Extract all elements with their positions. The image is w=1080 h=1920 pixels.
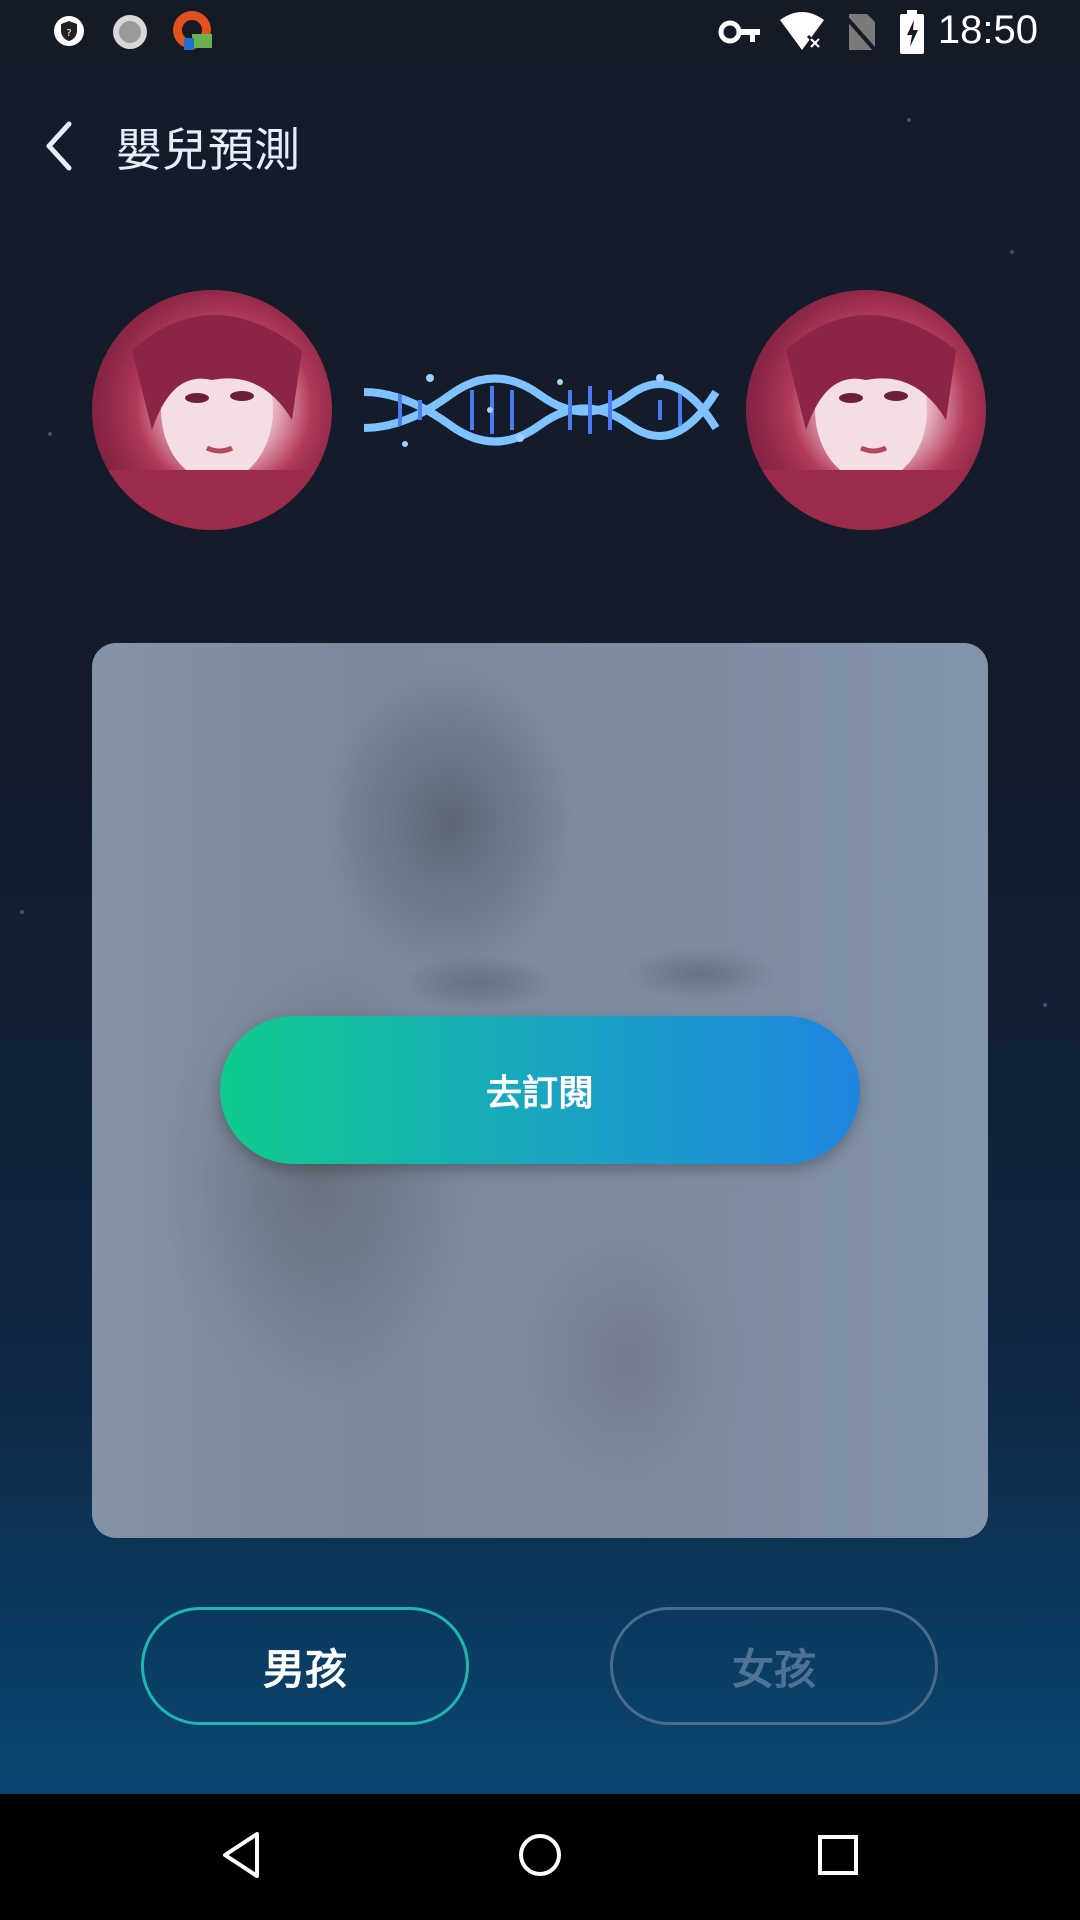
decor-star — [20, 910, 24, 914]
decor-star — [1043, 1003, 1047, 1007]
portrait-image — [746, 315, 986, 530]
parent-photo-right[interactable] — [746, 290, 986, 530]
gender-boy-button[interactable]: 男孩 — [141, 1607, 469, 1725]
decor-star — [907, 118, 911, 122]
svg-text:?: ? — [66, 28, 71, 39]
key-icon — [718, 14, 762, 54]
parent-photo-left[interactable] — [92, 290, 332, 530]
status-bar: ? 18:50 — [0, 0, 1080, 64]
portrait-image — [92, 315, 332, 530]
decor-star — [1010, 250, 1014, 254]
nav-back-icon — [217, 1829, 265, 1885]
dna-graphic — [360, 370, 720, 450]
nav-recents-icon — [815, 1832, 861, 1882]
back-button[interactable] — [34, 112, 82, 184]
battery-charging-icon — [898, 10, 926, 58]
app-icon — [170, 8, 218, 60]
nav-home-icon — [515, 1830, 565, 1884]
shield-icon: ? — [52, 14, 86, 52]
app-screen: ? 18:50 嬰兒預測 去訂閱 男孩 女孩 — [0, 0, 1080, 1920]
wifi-icon — [778, 10, 826, 56]
gender-girl-button[interactable]: 女孩 — [610, 1607, 938, 1725]
decor-star — [48, 432, 52, 436]
page-title: 嬰兒預測 — [116, 123, 300, 177]
sync-icon — [110, 12, 150, 56]
nav-back-button[interactable] — [208, 1824, 274, 1890]
nav-recents-button[interactable] — [805, 1824, 871, 1890]
nav-home-button[interactable] — [507, 1824, 573, 1890]
status-time: 18:50 — [937, 8, 1038, 52]
back-arrow-icon — [41, 118, 75, 178]
navigation-bar — [0, 1794, 1080, 1920]
no-sim-icon — [843, 12, 877, 56]
subscribe-button[interactable]: 去訂閱 — [220, 1016, 860, 1164]
